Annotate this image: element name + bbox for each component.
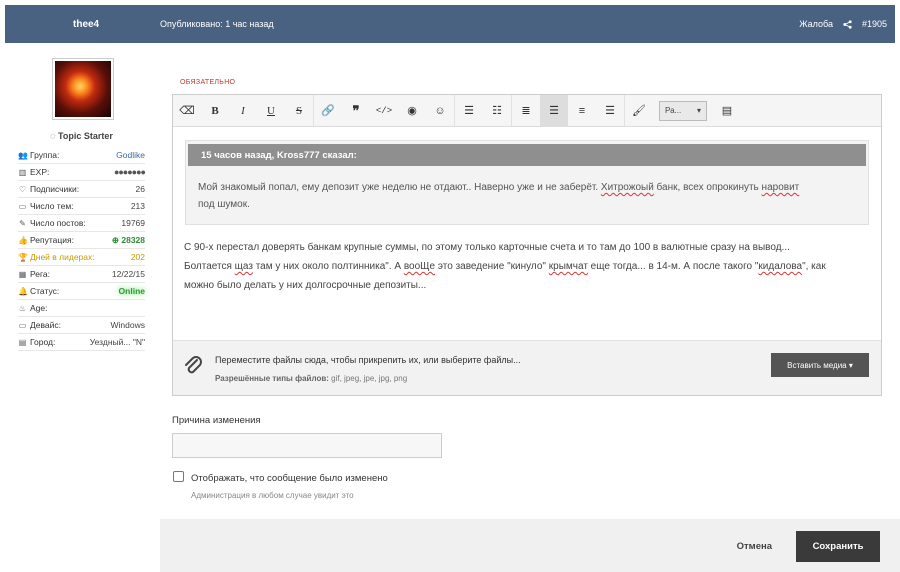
paint-brush-icon[interactable]: 🖌 — [625, 95, 653, 126]
stat-age: ♨ Age: — [18, 300, 145, 317]
plus-circle-icon: ⊕ — [111, 234, 122, 245]
eraser-icon[interactable]: ⌫ — [173, 95, 201, 126]
comments-icon: ▭ — [18, 201, 27, 211]
comment-icon: ◌ — [50, 131, 56, 141]
numbered-list-icon[interactable]: ☷ — [483, 95, 511, 126]
editor-content[interactable]: 15 часов назад, Kross777 сказал: Мой зна… — [173, 128, 881, 340]
leader-days-value: 202 — [130, 252, 145, 262]
share-icon[interactable] — [843, 19, 852, 29]
reputation-value: ⊕ 28328 — [111, 234, 145, 245]
paperclip-icon — [183, 354, 203, 378]
heart-icon: ♡ — [18, 184, 27, 194]
allowed-file-types: Разрешённые типы файлов: gif, jpeg, jpe,… — [215, 374, 408, 383]
align-left-icon[interactable]: ☰ — [540, 95, 568, 126]
users-icon: 👥 — [18, 150, 28, 160]
link-icon[interactable]: 🔗 — [314, 95, 342, 126]
underline-button[interactable]: U — [257, 95, 285, 126]
trophy-icon: 🏆 — [18, 252, 28, 262]
bullet-list-icon[interactable]: ☰ — [455, 95, 483, 126]
show-edited-checkbox[interactable] — [173, 471, 184, 482]
stat-status: 🔔 Статус: Online — [18, 283, 145, 300]
report-link[interactable]: Жалоба — [799, 19, 833, 29]
stat-exp: ▥ EXP: ●●●●●●● — [18, 164, 146, 181]
form-footer: Отмена Сохранить — [160, 519, 900, 572]
stat-topics: ▭ Число тем: 213 — [18, 198, 145, 215]
stat-group: 👥 Группа: Godlike — [18, 147, 145, 164]
stat-city: ▤ Город: Уездный... "N" — [18, 334, 145, 351]
bell-icon: 🔔 — [18, 286, 28, 296]
post-editor: ⌫ B I U S 🔗 ❞ </> ◉ ☺ ☰ ☷ ≣ ☰ ≡ ☰ 🖌 Ра..… — [172, 94, 882, 396]
followers-value: 26 — [135, 184, 145, 194]
city-value: Уездный... "N" — [89, 337, 145, 347]
show-edited-label[interactable]: Отображать, что сообщение было изменено — [191, 473, 388, 484]
posts-value: 19769 — [121, 218, 145, 228]
strikethrough-button[interactable]: S — [285, 95, 313, 126]
bold-button[interactable]: B — [201, 95, 229, 126]
stat-reputation: 👍 Репутация: ⊕ 28328 — [18, 232, 145, 249]
editor-toolbar: ⌫ B I U S 🔗 ❞ </> ◉ ☺ ☰ ☷ ≣ ☰ ≡ ☰ 🖌 Ра..… — [173, 95, 881, 127]
edit-reason-input[interactable] — [172, 433, 442, 458]
stat-followers: ♡ Подписчики: 26 — [18, 181, 145, 198]
attachment-dropzone[interactable]: Переместите файлы сюда, чтобы прикрепить… — [173, 340, 881, 395]
device-value: Windows — [110, 320, 145, 330]
author-stats: 👥 Группа: Godlike ▥ EXP: ●●●●●●● ♡ Подписчики… — [18, 147, 146, 351]
signal-icon: ▥ — [18, 167, 27, 177]
document-icon[interactable]: ▤ — [713, 95, 741, 126]
code-icon[interactable]: </> — [370, 95, 398, 126]
calendar-icon: ▦ — [18, 269, 27, 279]
topics-value: 213 — [130, 201, 145, 211]
align-justify-icon[interactable]: ≣ — [512, 95, 540, 126]
font-select[interactable]: Ра... ▾ — [659, 100, 707, 121]
header-actions: Жалоба #1905 — [799, 19, 887, 29]
cake-icon: ♨ — [18, 303, 27, 313]
stat-posts: ✎ Число постов: 19769 — [18, 215, 145, 232]
post-header: thee4 Опубликовано: 1 час назад Жалоба #… — [5, 5, 895, 43]
insert-media-button[interactable]: Вставить медиа ▾ — [771, 353, 869, 377]
group-value[interactable]: Godlike — [116, 150, 145, 160]
author-name[interactable]: thee4 — [73, 19, 99, 30]
published-time: Опубликовано: 1 час назад — [160, 19, 274, 29]
registered-value: 12/22/15 — [111, 269, 145, 279]
exp-value: ●●●●●●● — [113, 167, 146, 177]
align-right-icon[interactable]: ☰ — [596, 95, 624, 126]
post-number-link[interactable]: #1905 — [862, 19, 887, 29]
save-button[interactable]: Сохранить — [796, 531, 880, 562]
laptop-icon: ▭ — [18, 320, 27, 330]
show-edited-note: Администрация в любом случае увидит это — [191, 491, 354, 500]
cancel-button[interactable]: Отмена — [737, 541, 772, 552]
avatar[interactable] — [52, 58, 114, 120]
caret-down-icon: ▾ — [696, 106, 701, 115]
topic-starter-label: ◌ Topic Starter — [50, 131, 113, 141]
attach-instructions[interactable]: Переместите файлы сюда, чтобы прикрепить… — [215, 355, 521, 365]
quote-header: 15 часов назад, Kross777 сказал: — [188, 144, 866, 166]
post-body[interactable]: С 90-х перестал доверять банкам крупные … — [184, 238, 874, 295]
edit-icon: ✎ — [19, 218, 26, 228]
eye-icon[interactable]: ◉ — [398, 95, 426, 126]
quote-icon[interactable]: ❞ — [342, 95, 370, 126]
quote-body: Мой знакомый попал, ему депозит уже неде… — [198, 182, 800, 210]
align-center-icon[interactable]: ≡ — [568, 95, 596, 126]
id-card-icon: ▤ — [18, 337, 27, 347]
italic-button[interactable]: I — [229, 95, 257, 126]
status-value: Online — [118, 286, 145, 296]
edit-reason-label: Причина изменения — [172, 415, 261, 426]
stat-device: ▭ Девайс: Windows — [18, 317, 145, 334]
quote-block: 15 часов назад, Kross777 сказал: Мой зна… — [185, 140, 869, 225]
stat-leader-days: 🏆 Дней в лидерах: 202 — [18, 249, 145, 266]
thumbs-up-icon: 👍 — [18, 235, 28, 245]
required-label: ОБЯЗАТЕЛЬНО — [180, 79, 236, 86]
stat-registered: ▦ Рега: 12/22/15 — [18, 266, 145, 283]
smiley-icon[interactable]: ☺ — [426, 95, 454, 126]
